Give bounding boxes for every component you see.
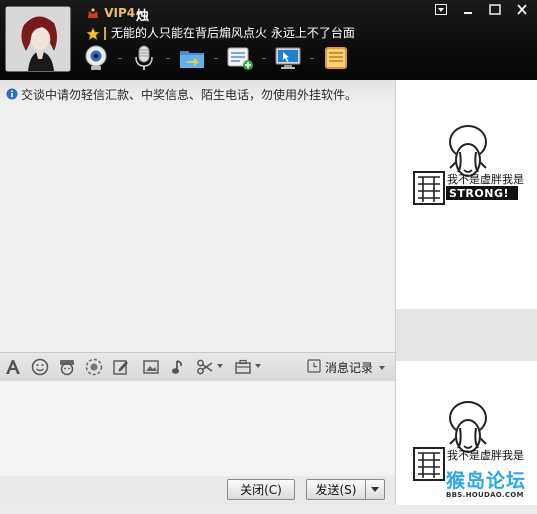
bottom-bar: 关闭(C) 发送(S) <box>0 476 395 505</box>
emoji-icon[interactable] <box>31 358 49 376</box>
chevron-down-icon <box>379 365 385 370</box>
close-button[interactable]: 关闭(C) <box>227 479 295 500</box>
close-icon[interactable] <box>511 1 533 17</box>
music-icon[interactable] <box>169 358 187 376</box>
microphone-icon[interactable] <box>128 42 160 74</box>
screenshot-dropdown-icon[interactable] <box>217 364 223 368</box>
toolbar-divider <box>304 42 320 74</box>
toolbar-divider <box>256 42 272 74</box>
toolbox-dropdown-icon[interactable] <box>255 364 261 368</box>
vip-label: VIP4 <box>104 6 136 20</box>
chat-toolbar <box>80 42 352 74</box>
avatar[interactable] <box>5 6 71 72</box>
side-panel: 我不是虚胖我是 STRONG! 我不是虚胖我是 <box>395 80 537 505</box>
remote-desktop-icon[interactable] <box>272 42 304 74</box>
watermark-text: 猴岛论坛 <box>446 470 527 492</box>
menu-icon[interactable] <box>430 1 452 17</box>
info-icon <box>6 88 18 100</box>
ad-slogan: STRONG! <box>449 187 509 200</box>
toolbox-icon[interactable] <box>234 358 252 376</box>
image-icon[interactable] <box>142 358 160 376</box>
shake-icon[interactable] <box>85 358 103 376</box>
toolbar-divider <box>160 42 176 74</box>
forum-watermark: 猴岛论坛 BBS.HOUDAO.COM <box>444 466 537 505</box>
contact-name: 烛 <box>136 9 150 24</box>
app-box-icon[interactable] <box>320 42 352 74</box>
font-icon[interactable] <box>4 358 22 376</box>
crown-icon <box>86 7 100 21</box>
scissors-icon[interactable] <box>196 358 214 376</box>
file-transfer-icon[interactable] <box>176 42 208 74</box>
vip-badge: VIP4 <box>86 6 135 21</box>
toolbar-divider <box>208 42 224 74</box>
ad-caption: 我不是虚胖我是 <box>447 173 524 186</box>
input-toolbar: 消息记录 <box>0 352 395 382</box>
message-display[interactable]: 交谈中请勿轻信汇款、中奖信息、陌生电话，勿使用外挂软件。 <box>0 80 395 352</box>
chevron-down-icon <box>371 487 379 492</box>
webcam-icon[interactable] <box>80 42 112 74</box>
ad-caption: 我不是虚胖我是 <box>447 449 524 462</box>
magic-face-icon[interactable] <box>58 358 76 376</box>
window-controls <box>430 1 533 17</box>
message-history-button[interactable]: 消息记录 <box>307 359 385 376</box>
send-options-button[interactable] <box>365 479 385 500</box>
history-label: 消息记录 <box>324 361 373 375</box>
security-notice: 交谈中请勿轻信汇款、中奖信息、陌生电话，勿使用外挂软件。 <box>6 86 357 103</box>
clock-icon <box>307 359 321 376</box>
star-icon <box>86 26 100 41</box>
edit-icon[interactable] <box>112 358 130 376</box>
signature-row: 无能的人只能在背后煽风点火 永远上不了台面 <box>86 24 355 41</box>
send-button[interactable]: 发送(S) <box>306 479 366 500</box>
maximize-icon[interactable] <box>484 1 506 17</box>
toolbar-divider <box>112 42 128 74</box>
notice-text: 交谈中请勿轻信汇款、中奖信息、陌生电话，勿使用外挂软件。 <box>21 88 358 102</box>
minimize-icon[interactable] <box>457 1 479 17</box>
watermark-url: BBS.HOUDAO.COM <box>446 491 524 499</box>
message-input[interactable] <box>0 381 395 476</box>
signature-text: 无能的人只能在背后煽风点火 永远上不了台面 <box>111 26 355 40</box>
contact-card-icon[interactable] <box>224 42 256 74</box>
title-bar: VIP4 烛 无能的人只能在背后煽风点火 永远上不了台面 <box>0 0 537 80</box>
side-divider <box>396 309 537 361</box>
ad-banner[interactable]: 我不是虚胖我是 STRONG! <box>410 122 524 234</box>
divider <box>104 27 106 40</box>
